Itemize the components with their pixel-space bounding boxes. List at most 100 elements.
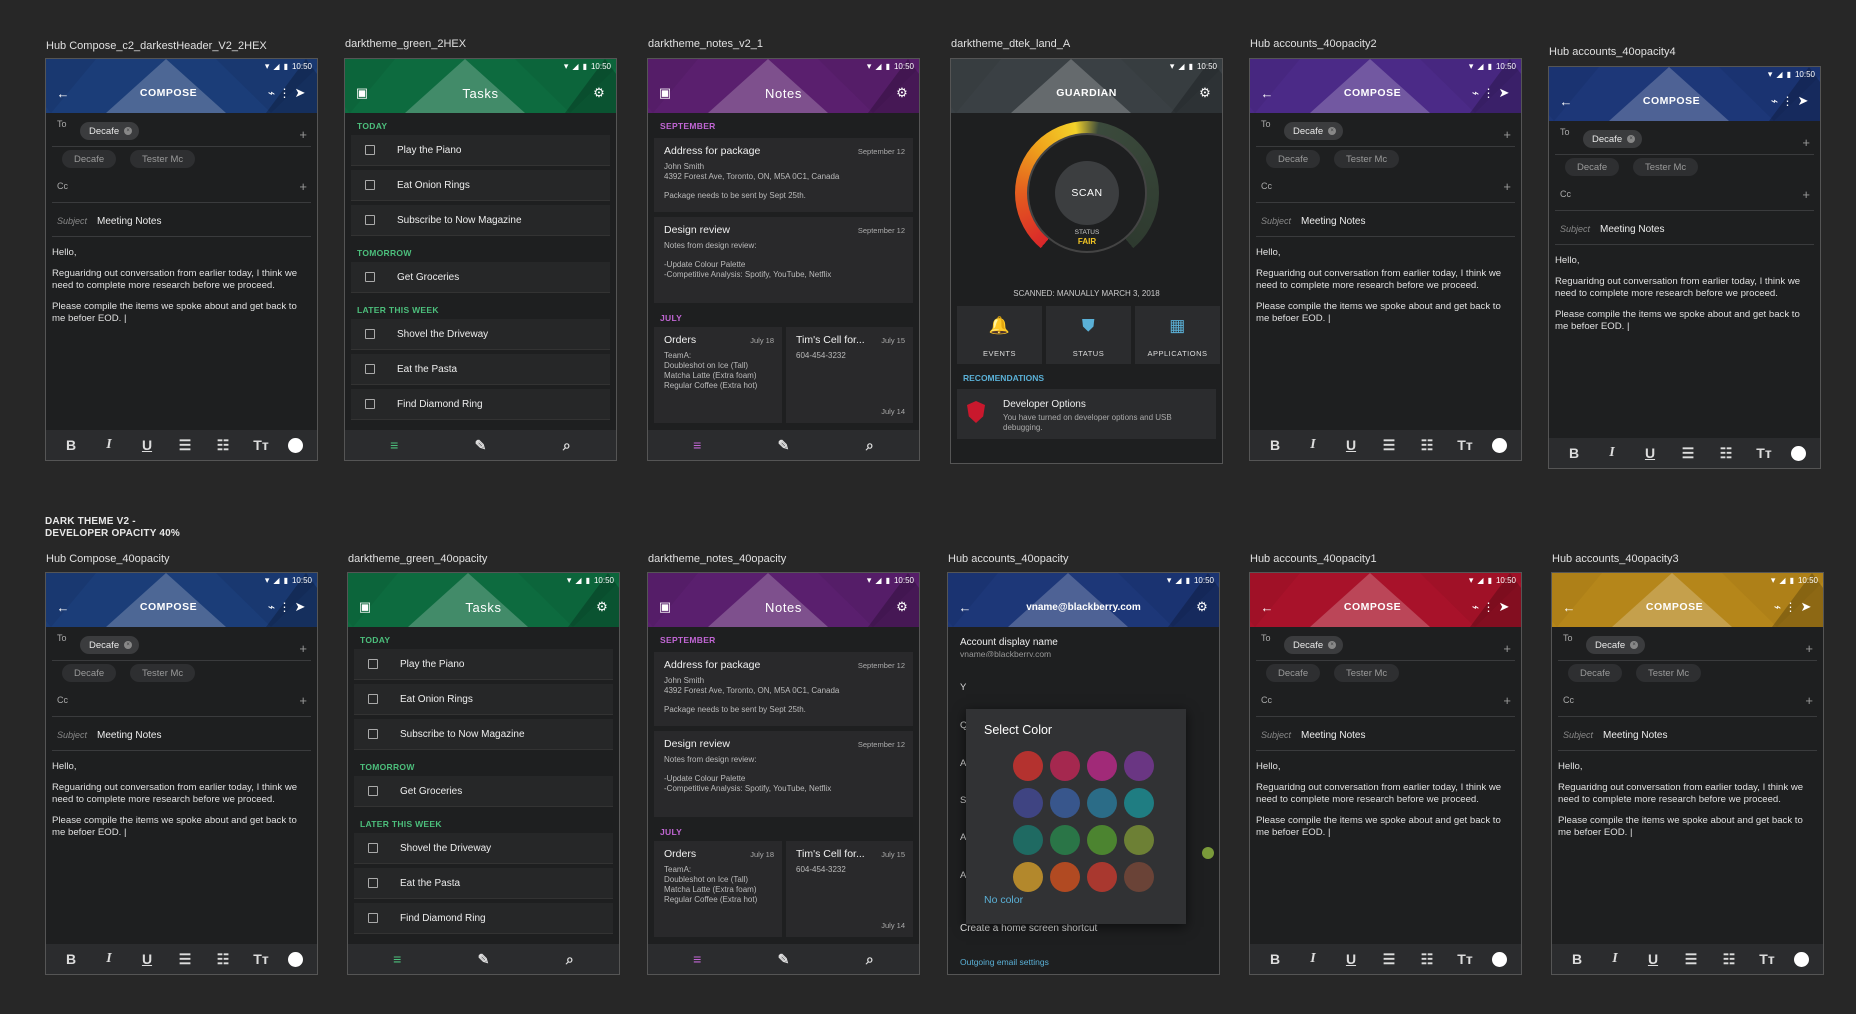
back-arrow-icon[interactable]: ← <box>54 598 72 616</box>
task-item[interactable]: Shovel the Driveway <box>354 833 613 864</box>
checkbox[interactable] <box>365 272 375 282</box>
back-arrow-icon[interactable]: ← <box>1258 84 1276 102</box>
color-swatch[interactable] <box>1124 862 1154 892</box>
color-picker-button[interactable] <box>288 951 303 967</box>
more-icon[interactable]: ⋮ <box>1784 598 1797 616</box>
color-swatch[interactable] <box>1124 825 1154 855</box>
add-cc-icon[interactable]: + <box>299 693 307 708</box>
message-body[interactable]: Hello, Reguaridng out conversation from e… <box>52 751 311 839</box>
text-size-button[interactable]: Tт <box>1454 437 1476 453</box>
recipient-chip[interactable]: Decafe × <box>1284 122 1344 140</box>
color-swatch[interactable] <box>1124 751 1154 781</box>
more-icon[interactable]: ⋮ <box>1482 84 1495 102</box>
suggestion-chip[interactable]: Decafe <box>1568 664 1623 682</box>
gear-icon[interactable]: ⚙ <box>593 598 611 616</box>
send-icon[interactable]: ➤ <box>1797 598 1815 616</box>
task-item[interactable]: Eat the Pasta <box>351 354 610 385</box>
suggestion-chip[interactable]: Tester Mc <box>1633 158 1699 176</box>
attach-icon[interactable]: ⌁ <box>1469 598 1482 616</box>
back-arrow-icon[interactable]: ← <box>1560 598 1578 616</box>
back-arrow-icon[interactable]: ← <box>1258 598 1276 616</box>
more-icon[interactable]: ⋮ <box>278 84 291 102</box>
suggestion-chip[interactable]: Tester Mc <box>1334 664 1400 682</box>
status-card[interactable]: ⛊ STATUS <box>1046 306 1131 364</box>
recommendation-card[interactable]: Developer Options You have turned on deve… <box>957 389 1216 439</box>
bold-button[interactable]: B <box>1566 951 1588 967</box>
gear-icon[interactable]: ⚙ <box>1193 598 1211 616</box>
remove-chip-icon[interactable]: × <box>1630 641 1639 649</box>
suggestion-chip[interactable]: Decafe <box>1565 158 1620 176</box>
add-cc-icon[interactable]: + <box>1805 693 1813 708</box>
to-row[interactable]: To Decafe × + <box>1555 121 1814 155</box>
cc-row[interactable]: Cc + <box>52 687 311 717</box>
color-swatch[interactable] <box>1087 862 1117 892</box>
suggestion-chip[interactable]: Decafe <box>1266 664 1321 682</box>
task-item[interactable]: Play the Piano <box>351 135 610 166</box>
remove-chip-icon[interactable]: × <box>124 127 133 135</box>
color-swatch[interactable] <box>1087 825 1117 855</box>
send-icon[interactable]: ➤ <box>291 84 309 102</box>
applications-card[interactable]: ▦ APPLICATIONS <box>1135 306 1220 364</box>
note-card[interactable]: Design review September 12 Notes from desi… <box>654 217 913 303</box>
filter-icon[interactable]: ≡ <box>383 437 405 453</box>
recipient-chip[interactable]: Decafe × <box>80 122 140 140</box>
checkbox[interactable] <box>368 694 378 704</box>
checkbox[interactable] <box>368 913 378 923</box>
task-item[interactable]: Eat the Pasta <box>354 868 613 899</box>
task-item[interactable]: Find Diamond Ring <box>351 389 610 420</box>
to-row[interactable]: To Decafe × + <box>1558 627 1817 661</box>
bullet-list-button[interactable]: ☰ <box>174 437 196 454</box>
filter-icon[interactable]: ≡ <box>386 951 408 967</box>
checkbox[interactable] <box>368 786 378 796</box>
attach-icon[interactable]: ⌁ <box>265 84 278 102</box>
numbered-list-button[interactable]: ☷ <box>1416 437 1438 454</box>
message-body[interactable]: Hello, Reguaridng out conversation from e… <box>1256 751 1515 839</box>
underline-button[interactable]: U <box>1340 951 1362 967</box>
remove-chip-icon[interactable]: × <box>1328 127 1337 135</box>
outgoing-settings-link[interactable]: Outgoing email settings <box>960 957 1049 967</box>
filter-icon[interactable]: ≡ <box>686 951 708 967</box>
recipient-chip[interactable]: Decafe × <box>80 636 140 654</box>
suggestion-chip[interactable]: Decafe <box>62 664 117 682</box>
search-icon[interactable]: ⌕ <box>859 437 881 454</box>
text-size-button[interactable]: Tт <box>1454 951 1476 967</box>
remove-chip-icon[interactable]: × <box>1627 135 1636 143</box>
italic-button[interactable]: I <box>98 951 120 967</box>
shortcut-row[interactable]: Create a home screen shortcut <box>960 923 1097 934</box>
toggle-switch[interactable] <box>1202 847 1214 859</box>
more-icon[interactable]: ⋮ <box>1781 92 1794 110</box>
send-icon[interactable]: ➤ <box>1495 598 1513 616</box>
to-row[interactable]: To Decafe × + <box>52 627 311 661</box>
text-size-button[interactable]: Tт <box>250 437 272 453</box>
attach-icon[interactable]: ⌁ <box>1768 92 1781 110</box>
checkbox[interactable] <box>365 180 375 190</box>
subject-row[interactable]: Subject Meeting Notes <box>52 203 311 237</box>
add-cc-icon[interactable]: + <box>1503 179 1511 194</box>
back-arrow-icon[interactable]: ← <box>1557 92 1575 110</box>
suggestion-chip[interactable]: Tester Mc <box>1334 150 1400 168</box>
suggestion-chip[interactable]: Tester Mc <box>130 150 196 168</box>
no-color-button[interactable]: No color <box>984 894 1023 906</box>
attach-icon[interactable]: ⌁ <box>1469 84 1482 102</box>
account-icon[interactable]: ▣ <box>356 598 374 616</box>
cc-row[interactable]: Cc + <box>1558 687 1817 717</box>
add-recipient-icon[interactable]: + <box>1503 641 1511 656</box>
note-card[interactable]: Address for package September 12 John Smit… <box>654 652 913 726</box>
bold-button[interactable]: B <box>1563 445 1585 461</box>
color-picker-button[interactable] <box>1492 437 1507 453</box>
bullet-list-button[interactable]: ☰ <box>174 951 196 968</box>
task-item[interactable]: Subscribe to Now Magazine <box>351 205 610 236</box>
task-item[interactable]: Eat Onion Rings <box>351 170 610 201</box>
italic-button[interactable]: I <box>1604 951 1626 967</box>
subject-row[interactable]: Subject Meeting Notes <box>1555 211 1814 245</box>
checkbox[interactable] <box>368 878 378 888</box>
recipient-chip[interactable]: Decafe × <box>1284 636 1344 654</box>
underline-button[interactable]: U <box>1642 951 1664 967</box>
filter-icon[interactable]: ≡ <box>686 437 708 453</box>
text-size-button[interactable]: Tт <box>1756 951 1778 967</box>
edit-icon[interactable]: ✎ <box>772 951 794 968</box>
suggestion-chip[interactable]: Decafe <box>1266 150 1321 168</box>
checkbox[interactable] <box>368 729 378 739</box>
add-cc-icon[interactable]: + <box>1802 187 1810 202</box>
italic-button[interactable]: I <box>98 437 120 453</box>
